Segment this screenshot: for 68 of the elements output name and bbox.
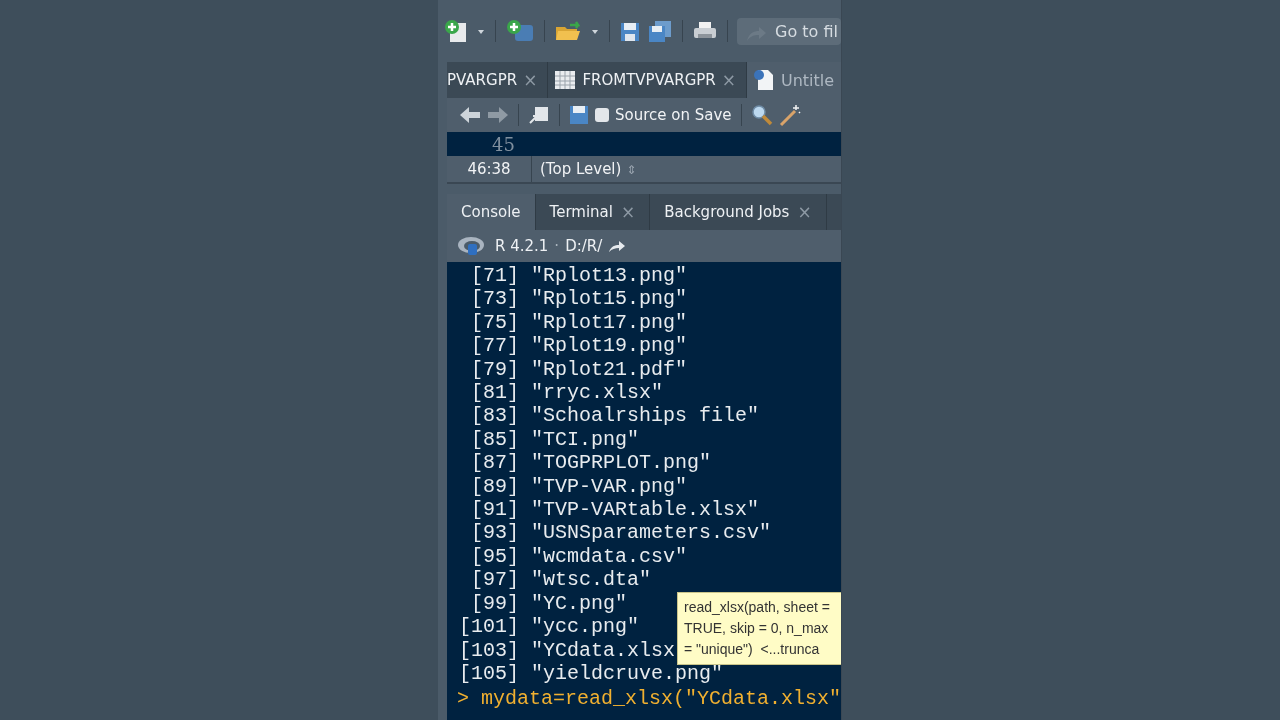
output-text: "yieldcruve.png" — [531, 661, 724, 686]
tooltip-text: TRUE, skip = 0, n_max — [684, 619, 830, 638]
output-text: "Rplot21.pdf" — [531, 357, 688, 382]
line-index: [99] — [470, 591, 519, 616]
go-to-file-field[interactable]: Go to fil — [737, 17, 841, 45]
editor-tab[interactable]: PVARGPR × — [447, 62, 549, 98]
tooltip-text: read_xlsx(path, sheet = — [684, 598, 831, 617]
checkbox-label: Source on Save — [615, 106, 732, 124]
pop-out-icon[interactable] — [528, 105, 550, 125]
back-arrow-icon[interactable] — [459, 105, 481, 125]
cursor-position: 46:38 — [447, 156, 532, 182]
line-index: [97] — [470, 568, 519, 592]
line-index: [93] — [470, 521, 519, 545]
output-text: "ycc.png" — [531, 615, 640, 639]
close-icon[interactable]: × — [721, 70, 736, 90]
command-text: mydata=read_xlsx("YCdata.xlsx" — [481, 687, 841, 711]
magic-wand-icon[interactable] — [778, 103, 801, 127]
save-all-icon[interactable] — [647, 19, 673, 43]
r-logo-icon — [457, 236, 485, 256]
line-number: 45 — [492, 133, 515, 155]
line-index: [75] — [470, 310, 519, 335]
separator-dot: · — [554, 237, 560, 255]
line-index: [73] — [470, 287, 519, 311]
line-index: [87] — [470, 451, 519, 475]
r-document-icon — [753, 69, 775, 91]
line-index: [81] — [470, 381, 519, 405]
arrow-icon[interactable] — [608, 239, 627, 253]
output-text: "wcmdata.csv" — [531, 544, 688, 569]
output-text: "TVP-VARtable.xlsx" — [531, 498, 760, 522]
save-icon[interactable] — [569, 105, 589, 125]
output-text: "rryc.xlsx" — [531, 381, 664, 405]
prompt-symbol: > — [457, 687, 469, 711]
output-text: "TCI.png" — [531, 427, 640, 452]
line-index: [83] — [470, 404, 519, 428]
line-index: [89] — [470, 474, 519, 499]
close-icon[interactable]: × — [523, 70, 538, 90]
tooltip-text: = "unique") <...trunca — [684, 640, 821, 659]
close-icon[interactable]: × — [620, 202, 636, 222]
new-project-icon[interactable] — [505, 19, 535, 43]
line-index: [77] — [470, 334, 519, 358]
line-index: [85] — [470, 427, 519, 452]
output-text: "YCdata.xlsx — [531, 638, 676, 662]
editor-tab[interactable]: Untitle — [747, 62, 841, 98]
line-index: [101] — [458, 615, 519, 639]
line-index: [91] — [470, 498, 519, 522]
line-index: [71] — [470, 264, 519, 288]
line-index: [103] — [458, 638, 519, 662]
output-text: "Schoalrships file" — [531, 404, 760, 428]
output-text: "TOGPRPLOT.png" — [531, 451, 712, 475]
table-icon — [554, 70, 577, 90]
search-icon[interactable] — [750, 104, 773, 126]
output-text: "Rplot19.png" — [531, 334, 688, 358]
output-text: "Rplot17.png" — [531, 310, 688, 335]
line-index: [95] — [470, 544, 519, 569]
output-text: "USNSparameters.csv" — [531, 521, 772, 545]
output-text: "Rplot15.png" — [531, 287, 688, 311]
line-index: [79] — [470, 357, 519, 382]
output-text: "YC.png" — [531, 591, 627, 616]
close-icon[interactable]: × — [797, 202, 812, 222]
scope-selector[interactable]: (Top Level) ⇕ — [532, 156, 637, 182]
output-text: "Rplot13.png" — [531, 264, 688, 288]
working-directory: D:/R/ — [565, 237, 603, 255]
output-text: "wtsc.dta" — [531, 568, 652, 592]
line-index: [105] — [458, 661, 519, 686]
console-tab[interactable]: Console — [447, 194, 536, 230]
checkbox[interactable] — [595, 108, 609, 122]
r-version: R 4.2.1 — [495, 237, 549, 255]
output-text: "TVP-VAR.png" — [531, 474, 688, 499]
